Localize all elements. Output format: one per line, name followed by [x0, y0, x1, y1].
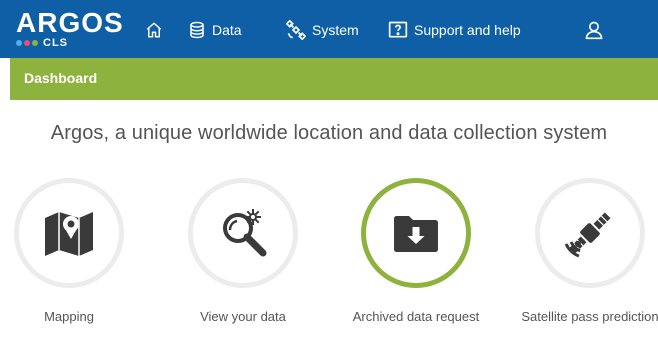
argos-logo[interactable]: ARGOS CLS — [16, 7, 134, 50]
card-view-data[interactable]: View your data — [168, 178, 318, 325]
logo-dot-pink — [24, 40, 30, 46]
top-navbar: ARGOS CLS Data System Support and help — [0, 0, 658, 58]
card-circle — [188, 178, 298, 288]
nav-home[interactable] — [145, 19, 163, 41]
card-circle-active — [361, 178, 471, 288]
card-archived-data[interactable]: Archived data request — [341, 178, 491, 325]
nav-data[interactable]: Data — [188, 19, 242, 41]
card-satellite-pass[interactable]: Satellite pass prediction — [515, 178, 658, 325]
logo-sub-text: CLS — [43, 37, 68, 49]
nav-user[interactable] — [584, 19, 604, 41]
nav-support[interactable]: Support and help — [388, 19, 521, 41]
nav-support-label: Support and help — [414, 22, 521, 38]
nav-data-label: Data — [212, 22, 242, 38]
database-icon — [190, 21, 204, 39]
card-circle — [535, 178, 645, 288]
satellite-icon — [564, 212, 611, 258]
headline: Argos, a unique worldwide location and d… — [50, 122, 608, 144]
logo-dot-green — [32, 40, 38, 46]
logo-wordmark: ARGOS — [16, 7, 124, 38]
card-mapping-label: Mapping — [44, 309, 94, 324]
card-circle — [14, 178, 124, 288]
card-view-data-label: View your data — [200, 309, 286, 324]
satellite-icon — [286, 20, 306, 40]
nav-system[interactable]: System — [286, 19, 359, 41]
card-archived-data-label: Archived data request — [352, 309, 480, 324]
dashboard-bar: Dashboard — [10, 58, 658, 100]
nav-system-label: System — [312, 22, 359, 38]
map-pin-icon — [45, 212, 93, 256]
logo-dot-blue — [16, 40, 22, 46]
page-title: Dashboard — [24, 70, 98, 86]
home-icon — [146, 22, 162, 38]
user-icon — [585, 21, 603, 40]
folder-download-icon — [394, 216, 438, 252]
card-satellite-pass-label: Satellite pass prediction — [521, 309, 658, 324]
logo-sub: CLS — [16, 37, 68, 49]
magnifier-icon — [223, 209, 267, 257]
help-icon — [388, 21, 408, 38]
card-mapping[interactable]: Mapping — [0, 178, 144, 325]
